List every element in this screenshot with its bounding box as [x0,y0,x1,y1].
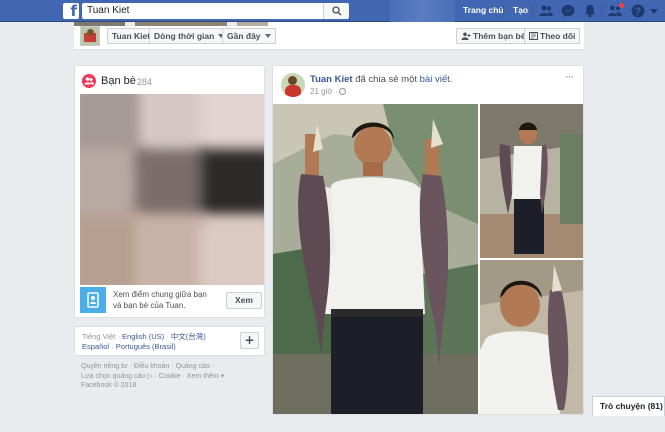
post-options-button[interactable]: ··· [565,71,574,83]
nav-divider [503,5,504,17]
search-button[interactable] [323,3,349,19]
svg-text:?: ? [635,7,641,18]
add-friend-label: Thêm bạn bè [473,31,526,41]
language-current: Tiếng Việt [82,332,116,341]
profile-avatar[interactable] [80,26,100,46]
footer-links: Quyền riêng tư · Điều khoản · Quảng cáo … [81,362,261,391]
facebook-logo-icon[interactable]: f [63,3,79,19]
nav-divider [601,5,602,17]
notification-badge [619,3,624,8]
language-list: Tiếng Việt · English (US) · 中文(台灣) Españ… [82,332,232,352]
rss-icon [529,32,538,40]
photo-man-standing [480,104,583,258]
friends-photo-grid-blurred[interactable] [80,94,264,285]
photo-man-holding-birds [273,104,478,414]
feed-post: Tuan Kiet đã chia sẻ một bài viết. 21 gi… [272,65,584,415]
public-globe-icon [339,88,347,95]
post-photo-secondary[interactable] [480,104,583,258]
follow-label: Theo dõi [540,31,576,41]
timeline-button-label: Dòng thời gian [154,31,215,41]
more-languages-button[interactable]: + [240,332,259,349]
language-link[interactable]: English (US) [122,332,164,341]
footer-line[interactable]: Lựa chọn quảng cáo ▷ · Cookie · Xem thêm… [81,372,261,382]
separator: · [109,342,116,351]
recent-button-label: Gần đây [227,31,261,41]
post-timestamp[interactable]: 21 giờ · [310,87,347,96]
help-icon[interactable]: ? [630,3,646,19]
mutual-friends-prompt: Xem điểm chung giữa bạn và bạn bè của Tu… [80,287,264,313]
copyright-text: Facebook © 2018 [81,382,137,389]
language-link[interactable]: Português (Brasil) [116,342,176,351]
messenger-icon[interactable] [560,3,576,19]
timeline-button[interactable]: Dòng thời gian [149,28,230,44]
chevron-down-icon [264,34,271,38]
view-mutual-button[interactable]: Xem [226,292,262,309]
punctuation: . [449,74,453,85]
cover-photo-strip [74,22,584,26]
blurred-profile-link[interactable] [390,0,455,22]
friends-count: 284 [137,77,153,87]
recent-button[interactable]: Gần đây [222,28,276,44]
profile-sticky-header: Tuan Kiet Dòng thời gian Gần đây Thêm bạ… [74,22,584,50]
search-input[interactable]: Tuan Kiet [82,3,348,19]
mutual-friends-text: Xem điểm chung giữa bạn và bạn bè của Tu… [113,290,207,310]
post-author-name[interactable]: Tuan Kiet [310,74,353,85]
separator: · [164,332,171,341]
shared-post-link[interactable]: bài viết [420,74,450,85]
post-photo-tertiary[interactable] [480,260,583,414]
friends-icon [82,74,96,88]
post-photo-main[interactable] [273,104,478,414]
language-selector-card: Tiếng Việt · English (US) · 中文(台灣) Españ… [74,326,265,356]
footer-line[interactable]: Quyền riêng tư · Điều khoản · Quảng cáo … [81,362,261,372]
language-link[interactable]: Español [82,342,109,351]
friends-title[interactable]: Bạn bè [101,75,136,87]
search-icon [332,6,342,16]
friends-card: Bạn bè 284 Xem điểm chung giữa bạn và bạ… [74,65,265,318]
add-friend-button[interactable]: Thêm bạn bè [456,28,531,44]
notifications-icon[interactable] [582,3,598,19]
follow-button[interactable]: Theo dõi [524,28,581,44]
chat-sidebar-tab[interactable]: Trò chuyện (81) [592,396,665,416]
account-menu-icon[interactable] [649,6,659,16]
post-header-text: Tuan Kiet đã chia sẻ một bài viết. [310,74,452,85]
nav-divider [532,5,533,17]
add-friend-icon [461,32,471,40]
mutual-friends-icon [80,287,106,313]
post-action-text: đã chia sẻ một [352,74,420,85]
friend-requests-icon[interactable] [538,3,554,19]
post-time: 21 giờ · [310,87,338,96]
home-link[interactable]: Trang chủ [463,0,504,22]
top-navigation-bar: f Tuan Kiet Trang chủ Tạo ? [0,0,665,22]
post-author-avatar[interactable] [281,73,305,97]
create-link[interactable]: Tạo [513,0,528,22]
language-link[interactable]: 中文(台灣) [171,332,206,341]
profile-name-button[interactable]: Tuan Kiet [107,28,156,44]
photo-man-selfie [480,260,583,414]
